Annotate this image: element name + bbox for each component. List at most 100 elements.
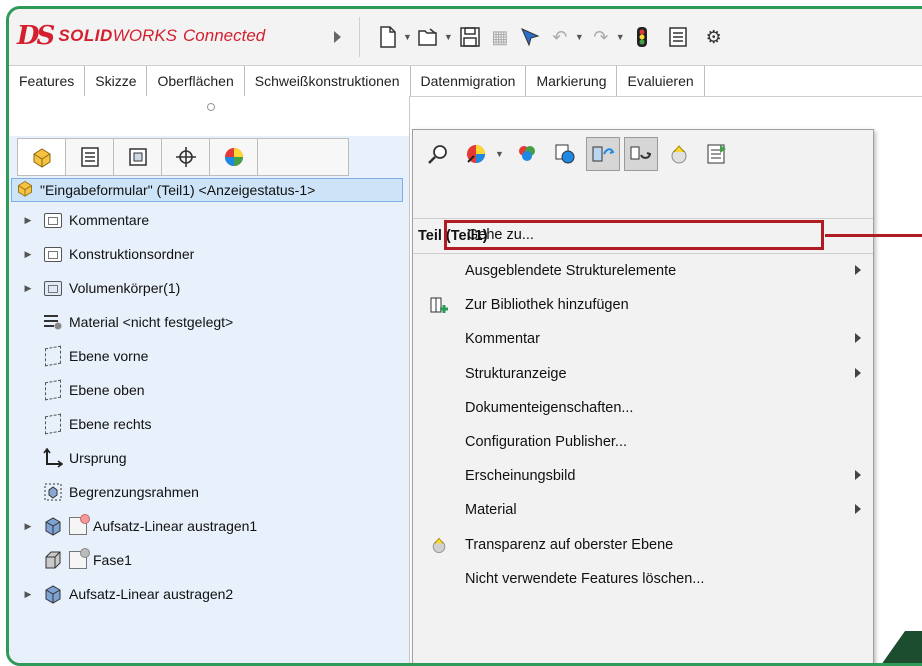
menu-item-zur-bibliothek-hinzufuegen[interactable]: Zur Bibliothek hinzufügen <box>413 288 873 322</box>
tree-node-ebene-oben[interactable]: Ebene oben <box>9 373 409 407</box>
properties-icon[interactable] <box>700 137 734 171</box>
tree-node-label: Ebene rechts <box>69 416 152 432</box>
extrude-icon <box>43 517 63 536</box>
print-icon[interactable]: ▦ <box>489 26 511 48</box>
new-document-icon[interactable] <box>377 26 399 48</box>
properties-icon[interactable] <box>667 26 689 48</box>
open-folder-icon[interactable] <box>418 26 440 48</box>
tab-markierung[interactable]: Markierung <box>526 66 618 96</box>
toolbar-separator <box>359 17 360 57</box>
tab-schweisskonstruktionen[interactable]: Schweißkonstruktionen <box>245 66 411 96</box>
tree-node-volumenkoerper[interactable]: ▶ Volumenkörper(1) <box>9 271 409 305</box>
tab-evaluieren[interactable]: Evaluieren <box>617 66 705 96</box>
tree-node-aufsatz-linear-1[interactable]: ▶ Aufsatz-Linear austragen1 <box>9 509 409 543</box>
traffic-light-icon[interactable] <box>631 26 653 48</box>
menu-item-erscheinungsbild[interactable]: Erscheinungsbild <box>413 459 873 493</box>
display-manager-icon[interactable] <box>210 139 258 175</box>
tree-node-ebene-rechts[interactable]: Ebene rechts <box>9 407 409 441</box>
menu-item-label: Zur Bibliothek hinzufügen <box>465 297 629 314</box>
decorative-corner-fill <box>905 631 922 663</box>
property-manager-icon[interactable] <box>66 139 114 175</box>
tab-skizze[interactable]: Skizze <box>85 66 148 96</box>
logo-connected-text: Connected <box>183 26 266 45</box>
submenu-arrow-icon <box>855 367 861 378</box>
hide-show-icon[interactable] <box>548 137 582 171</box>
undo-icon[interactable]: ↶ <box>549 26 571 48</box>
submenu-arrow-icon <box>855 470 861 481</box>
tab-datenmigration[interactable]: Datenmigration <box>411 66 527 96</box>
tree-node-kommentare[interactable]: ▶ Kommentare <box>9 203 409 237</box>
view-orientation-icon[interactable] <box>623 137 658 171</box>
configuration-manager-icon[interactable] <box>114 139 162 175</box>
new-dropdown-icon[interactable]: ▼ <box>403 32 412 42</box>
add-to-library-icon <box>413 295 465 315</box>
save-icon[interactable] <box>459 26 481 48</box>
transparency-icon[interactable] <box>662 137 696 171</box>
tree-node-ebene-vorne[interactable]: Ebene vorne <box>9 339 409 373</box>
expand-arrow-icon[interactable]: ▶ <box>23 249 33 260</box>
solidworks-logo[interactable]: DS SOLID WORKS Connected <box>17 19 265 53</box>
quick-access-toolbar: ▼ ▼ ▦ ↶ ▼ ↷ ▼ ⚙ <box>377 23 725 51</box>
sketch-icon <box>69 514 90 535</box>
menu-item-ausgeblendete-strukturelemente[interactable]: Ausgeblendete Strukturelemente <box>413 254 873 288</box>
zoom-to-selection-icon[interactable] <box>421 137 455 171</box>
tree-node-begrenzungsrahmen[interactable]: Begrenzungsrahmen <box>9 475 409 509</box>
menu-item-dokumenteigenschaften[interactable]: Dokumenteigenschaften... <box>413 391 873 425</box>
highlight-box <box>444 220 824 250</box>
dimxpert-icon[interactable] <box>162 139 210 175</box>
edit-color-icon[interactable] <box>510 137 544 171</box>
isolate-icon[interactable] <box>585 137 620 171</box>
menu-item-configuration-publisher[interactable]: Configuration Publisher... <box>413 425 873 459</box>
redo-dropdown-icon[interactable]: ▼ <box>616 32 625 42</box>
panel-tab-strip <box>17 138 349 176</box>
expand-arrow-icon[interactable]: ▶ <box>23 589 33 600</box>
options-gear-icon[interactable]: ⚙ <box>703 26 725 48</box>
menu-item-label: Strukturanzeige <box>465 365 567 382</box>
menu-item-nicht-verwendete-features-loeschen[interactable]: Nicht verwendete Features löschen... <box>413 562 873 596</box>
appearance-icon[interactable] <box>459 137 493 171</box>
tree-node-label: Fase1 <box>93 552 132 568</box>
tree-node-label: Ebene vorne <box>69 348 149 364</box>
tree-node-konstruktionsordner[interactable]: ▶ Konstruktionsordner <box>9 237 409 271</box>
tree-node-fase1[interactable]: Fase1 <box>9 543 409 577</box>
feature-manager-icon[interactable] <box>18 139 66 175</box>
callout-leader-line <box>825 234 922 237</box>
command-manager-tabs: Features Skizze Oberflächen Schweißkonst… <box>9 65 922 97</box>
tree-node-aufsatz-linear-2[interactable]: ▶ Aufsatz-Linear austragen2 <box>9 577 409 611</box>
menu-item-transparenz-oberste-ebene[interactable]: Transparenz auf oberster Ebene <box>413 528 873 562</box>
plane-icon <box>43 413 63 435</box>
context-menu: ▼ Teil (Teil1) Ausgeblendete Strukturele… <box>412 129 874 663</box>
tab-features[interactable]: Features <box>9 66 86 96</box>
appearance-dropdown-icon[interactable]: ▼ <box>495 149 504 159</box>
title-bar: DS SOLID WORKS Connected ▼ ▼ ▦ ↶ ▼ ↷ ▼ ⚙ <box>9 9 922 65</box>
menu-item-material[interactable]: Material <box>413 493 873 527</box>
menu-item-strukturanzeige[interactable]: Strukturanzeige <box>413 357 873 391</box>
menu-item-kommentar[interactable]: Kommentar <box>413 322 873 356</box>
expand-arrow-icon[interactable]: ▶ <box>23 521 33 532</box>
solid-bodies-folder-icon <box>43 279 63 297</box>
select-icon[interactable] <box>519 26 541 48</box>
plane-icon <box>43 379 63 401</box>
tree-node-label: Aufsatz-Linear austragen1 <box>93 518 258 534</box>
tree-node-label: Konstruktionsordner <box>69 246 195 262</box>
tree-root-part[interactable]: "Eingabeformular" (Teil1) <Anzeigestatus… <box>11 178 403 202</box>
tree-node-label: Begrenzungsrahmen <box>69 484 199 500</box>
transparency-icon <box>413 535 465 555</box>
expand-arrow-icon[interactable]: ▶ <box>23 215 33 226</box>
open-dropdown-icon[interactable]: ▼ <box>444 32 453 42</box>
redo-icon[interactable]: ↷ <box>590 26 612 48</box>
expand-arrow-icon[interactable]: ▶ <box>23 283 33 294</box>
tree-node-label: Aufsatz-Linear austragen2 <box>69 586 234 602</box>
decorative-corner <box>881 631 905 663</box>
splitter-grip-icon[interactable] <box>207 103 215 111</box>
panel-splitter[interactable] <box>9 96 409 136</box>
menu-expand-arrow-icon[interactable] <box>334 31 341 43</box>
tree-node-ursprung[interactable]: Ursprung <box>9 441 409 475</box>
undo-dropdown-icon[interactable]: ▼ <box>575 32 584 42</box>
extrude-icon <box>43 585 63 604</box>
logo-solid-text: SOLID <box>58 26 113 45</box>
tree-node-label: Material <nicht festgelegt> <box>69 314 234 330</box>
folder-icon <box>43 211 63 229</box>
tree-node-material[interactable]: Material <nicht festgelegt> <box>9 305 409 339</box>
tab-oberflaechen[interactable]: Oberflächen <box>147 66 245 96</box>
